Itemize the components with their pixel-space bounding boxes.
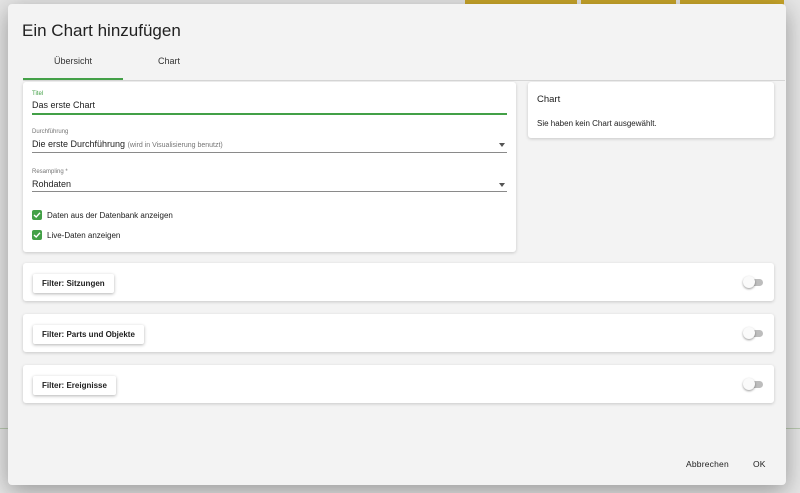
checkmark-icon — [33, 232, 41, 238]
form-card: Titel Das erste Chart Durchführung Die e… — [23, 82, 516, 252]
filter-events-button[interactable]: Filter: Ereignisse — [33, 376, 116, 395]
durchfuehrung-hint: (wird in Visualisierung benutzt) — [127, 142, 223, 149]
filter-sessions-button[interactable]: Filter: Sitzungen — [33, 274, 114, 293]
filter-events-toggle[interactable] — [743, 378, 765, 390]
title-input[interactable]: Das erste Chart — [32, 100, 95, 110]
chart-preview-card: Chart Sie haben kein Chart ausgewählt. — [528, 82, 774, 138]
resampling-label: Resampling * — [32, 169, 68, 175]
db-data-checkbox-label: Daten aus der Datenbank anzeigen — [47, 211, 173, 220]
tab-bar: Übersicht Chart — [23, 48, 785, 81]
live-data-checkbox[interactable] — [32, 230, 42, 240]
toggle-thumb — [743, 327, 755, 339]
cancel-button[interactable]: Abbrechen — [686, 459, 729, 469]
chart-preview-message: Sie haben kein Chart ausgewählt. — [537, 119, 657, 128]
durchfuehrung-underline — [32, 152, 507, 153]
filter-card-events: Filter: Ereignisse — [23, 365, 774, 403]
db-data-checkbox[interactable] — [32, 210, 42, 220]
live-data-checkbox-label: Live-Daten anzeigen — [47, 231, 121, 240]
dialog-title: Ein Chart hinzufügen — [22, 21, 181, 40]
filter-card-parts: Filter: Parts und Objekte — [23, 314, 774, 352]
filter-sessions-toggle[interactable] — [743, 276, 765, 288]
ok-button[interactable]: OK — [753, 459, 766, 469]
resampling-select[interactable]: Rohdaten — [32, 179, 71, 189]
toggle-thumb — [743, 378, 755, 390]
chevron-down-icon[interactable] — [499, 143, 505, 147]
tab-chart[interactable]: Chart — [123, 48, 215, 80]
chevron-down-icon[interactable] — [499, 183, 505, 187]
filter-parts-button[interactable]: Filter: Parts und Objekte — [33, 325, 144, 344]
title-input-underline — [32, 113, 507, 115]
title-field-label: Titel — [32, 91, 44, 97]
background-divider — [786, 428, 800, 429]
resampling-underline — [32, 191, 507, 192]
background-divider — [0, 428, 8, 429]
filter-parts-toggle[interactable] — [743, 327, 765, 339]
durchfuehrung-select[interactable]: Die erste Durchführung (wird in Visualis… — [32, 139, 507, 149]
add-chart-dialog: Ein Chart hinzufügen Übersicht Chart Tit… — [8, 4, 786, 485]
durchfuehrung-label: Durchführung — [32, 129, 69, 135]
filter-card-sessions: Filter: Sitzungen — [23, 263, 774, 301]
checkmark-icon — [33, 212, 41, 218]
durchfuehrung-value: Die erste Durchführung — [32, 139, 126, 149]
tab-overview[interactable]: Übersicht — [23, 48, 123, 80]
toggle-thumb — [743, 276, 755, 288]
chart-preview-title: Chart — [537, 94, 561, 105]
